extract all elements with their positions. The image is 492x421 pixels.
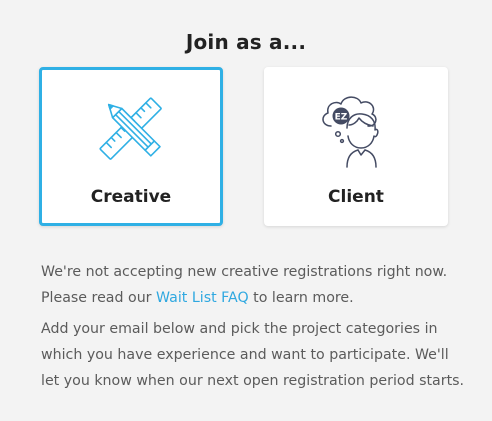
instructions-text: Add your email below and pick the projec… <box>41 321 465 389</box>
creative-option-card[interactable]: Creative <box>39 67 223 226</box>
registration-notice: We're not accepting new creative registr… <box>41 259 471 311</box>
notice-after-link: to learn more. <box>248 290 354 306</box>
person-thinking-icon: EZ <box>322 96 379 168</box>
notice-before-link: Please read our <box>41 290 157 306</box>
creative-label: Creative <box>90 187 172 207</box>
wait-list-faq-link[interactable]: Wait List FAQ <box>156 290 249 306</box>
client-option-card[interactable]: EZ Client <box>264 67 448 226</box>
pencil-ruler-icon <box>99 97 162 160</box>
ez-badge-text: EZ <box>335 113 348 123</box>
client-label: Client <box>328 187 384 207</box>
notice-line1: We're not accepting new creative registr… <box>41 264 448 280</box>
page-heading: Join as a... <box>185 30 307 54</box>
